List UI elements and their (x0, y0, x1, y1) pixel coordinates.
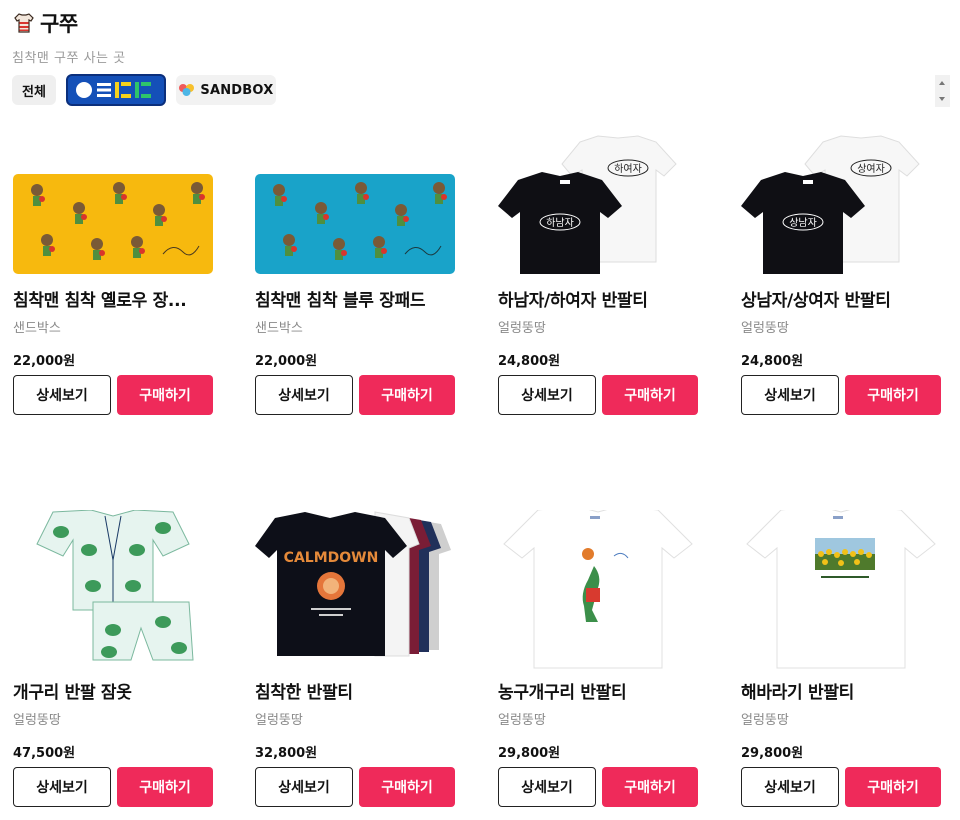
product-price: 32,800원 (255, 746, 318, 761)
product-price: 24,800원 (498, 354, 561, 369)
product-card[interactable]: 하여자 하남자 하남자/하여자 반팔티 얼렁뚱땅 24,800원 상세보기 구매… (498, 124, 698, 415)
buy-button[interactable]: 구매하기 (359, 375, 455, 415)
detail-button[interactable]: 상세보기 (741, 375, 839, 415)
shirt-print-text: CALMDOWN (284, 550, 379, 566)
product-card[interactable]: 침착맨 침착 옐로우 장... 샌드박스 22,000원 상세보기 구매하기 (13, 124, 213, 415)
product-name[interactable]: 해바라기 반팔티 (741, 678, 941, 703)
product-brand: 얼렁뚱땅 (741, 321, 789, 336)
scroll-down-icon[interactable] (939, 97, 945, 101)
product-brand: 얼렁뚱땅 (498, 321, 546, 336)
product-image-basketball-frog-shirt[interactable] (498, 510, 698, 670)
product-name[interactable]: 개구리 반팔 잠옷 (13, 678, 213, 703)
detail-button[interactable]: 상세보기 (741, 767, 839, 807)
page-title: 구쭈 (40, 12, 78, 36)
detail-button[interactable]: 상세보기 (255, 767, 353, 807)
product-image-frog-pajama[interactable] (13, 510, 213, 670)
product-brand: 얼렁뚱땅 (498, 713, 546, 728)
product-name[interactable]: 하남자/하여자 반팔티 (498, 286, 698, 311)
buy-button[interactable]: 구매하기 (117, 375, 213, 415)
product-image-sunflower-shirt[interactable] (741, 510, 941, 670)
product-name[interactable]: 침착한 반팔티 (255, 678, 455, 703)
detail-button[interactable]: 상세보기 (498, 375, 596, 415)
product-image-calmdown-shirt[interactable]: CALMDOWN (255, 510, 455, 670)
buy-button[interactable]: 구매하기 (602, 375, 698, 415)
product-price: 22,000원 (255, 354, 318, 369)
detail-button[interactable]: 상세보기 (13, 375, 111, 415)
product-card[interactable]: 농구개구리 반팔티 얼렁뚱땅 29,800원 상세보기 구매하기 (498, 510, 698, 807)
product-card[interactable]: 상여자 상남자 상남자/상여자 반팔티 얼렁뚱땅 24,800원 상세보기 구매… (741, 124, 941, 415)
buy-button[interactable]: 구매하기 (117, 767, 213, 807)
product-image-blue-pad[interactable] (255, 124, 455, 274)
shirt-text-back: 하여자 (614, 162, 642, 175)
product-price: 29,800원 (741, 746, 804, 761)
buy-button[interactable]: 구매하기 (359, 767, 455, 807)
product-price: 29,800원 (498, 746, 561, 761)
header: 구쭈 침착맨 구쭈 사는 곳 (12, 8, 126, 66)
product-image-sangnamja-shirts[interactable]: 상여자 상남자 (741, 124, 941, 274)
filter-all-chip[interactable]: 전체 (12, 75, 56, 105)
scrollbar[interactable] (935, 75, 950, 107)
detail-button[interactable]: 상세보기 (13, 767, 111, 807)
product-image-hanamja-shirts[interactable]: 하여자 하남자 (498, 124, 698, 274)
shirt-text-front: 하남자 (546, 216, 574, 229)
filter-ooo-logo-chip[interactable] (65, 74, 166, 106)
shirt-text-back: 상여자 (857, 163, 885, 175)
sandbox-heart-icon (179, 84, 195, 96)
product-brand: 샌드박스 (255, 321, 303, 336)
product-name[interactable]: 농구개구리 반팔티 (498, 678, 698, 703)
buy-button[interactable]: 구매하기 (845, 375, 941, 415)
buy-button[interactable]: 구매하기 (845, 767, 941, 807)
sandbox-label: SANDBOX (200, 82, 274, 98)
product-card[interactable]: 개구리 반팔 잠옷 얼렁뚱땅 47,500원 상세보기 구매하기 (13, 510, 213, 807)
product-card[interactable]: 침착맨 침착 블루 장패드 샌드박스 22,000원 상세보기 구매하기 (255, 124, 455, 415)
product-brand: 샌드박스 (13, 321, 61, 336)
product-card[interactable]: 해바라기 반팔티 얼렁뚱땅 29,800원 상세보기 구매하기 (741, 510, 941, 807)
product-price: 22,000원 (13, 354, 76, 369)
detail-button[interactable]: 상세보기 (498, 767, 596, 807)
product-brand: 얼렁뚱땅 (13, 713, 61, 728)
product-price: 47,500원 (13, 746, 76, 761)
scroll-up-icon[interactable] (939, 81, 945, 85)
page-subtitle: 침착맨 구쭈 사는 곳 (12, 51, 126, 66)
ooo-logo-icon (75, 82, 151, 98)
detail-button[interactable]: 상세보기 (255, 375, 353, 415)
product-image-yellow-pad[interactable] (13, 124, 213, 274)
tshirt-icon (12, 11, 36, 35)
shirt-text-front: 상남자 (789, 217, 817, 229)
product-card[interactable]: CALMDOWN 침착한 반팔티 얼렁뚱땅 32,800원 상세보기 구매하기 (255, 510, 455, 807)
product-name[interactable]: 상남자/상여자 반팔티 (741, 286, 941, 311)
product-name[interactable]: 침착맨 침착 블루 장패드 (255, 286, 455, 311)
product-name[interactable]: 침착맨 침착 옐로우 장... (13, 286, 213, 311)
product-price: 24,800원 (741, 354, 804, 369)
filter-sandbox-chip[interactable]: SANDBOX (175, 75, 276, 105)
product-brand: 얼렁뚱땅 (255, 713, 303, 728)
buy-button[interactable]: 구매하기 (602, 767, 698, 807)
product-brand: 얼렁뚱땅 (741, 713, 789, 728)
brand-filter-bar: 전체 SANDBOX (12, 74, 276, 106)
